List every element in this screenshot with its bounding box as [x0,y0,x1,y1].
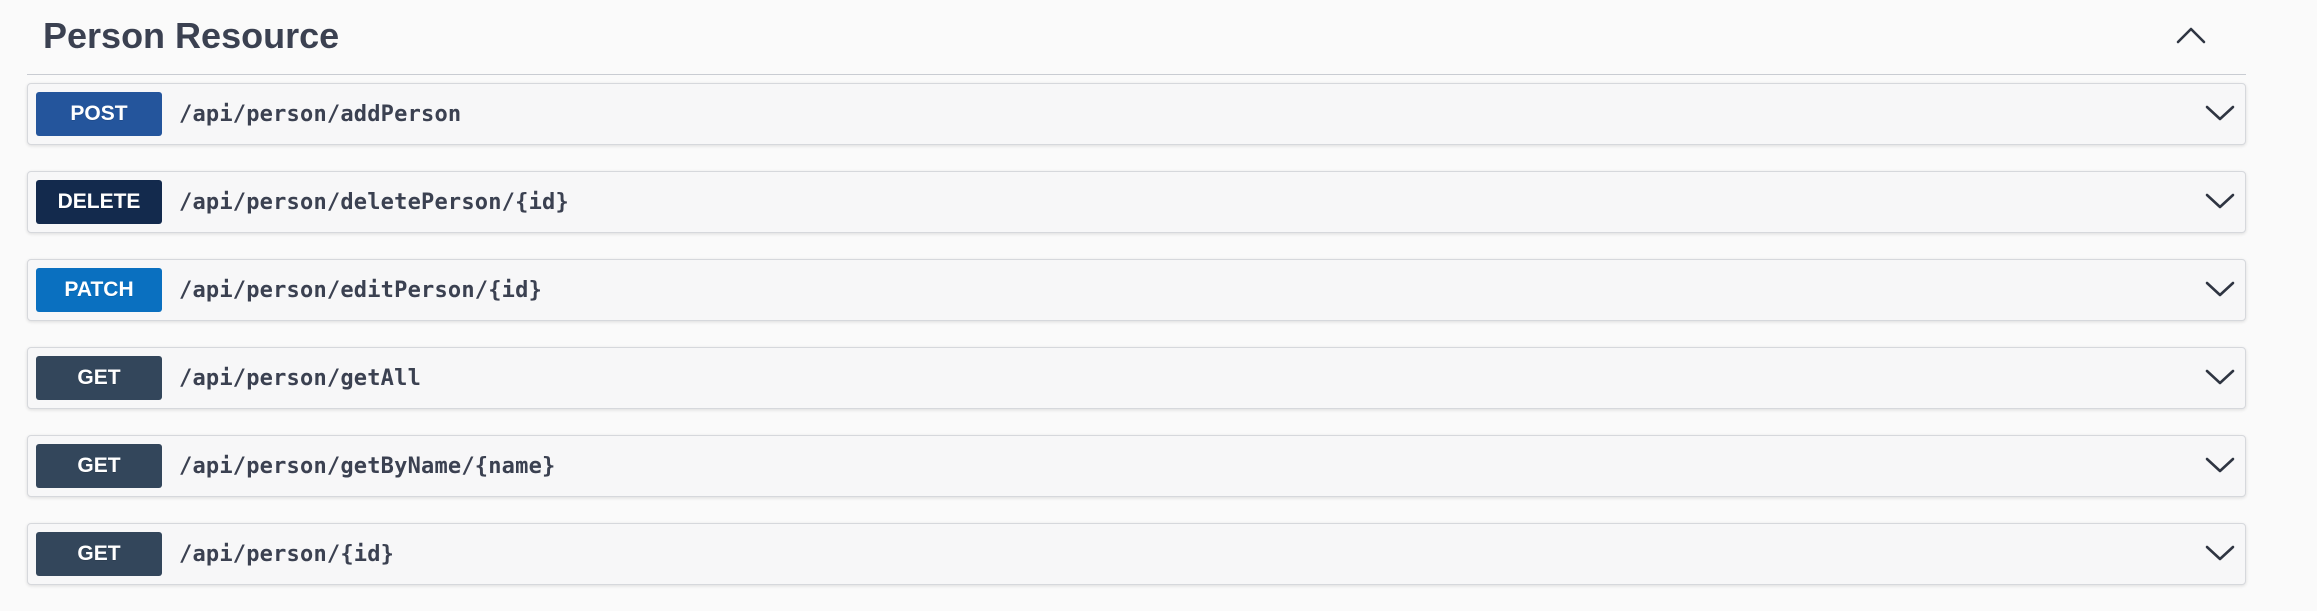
operation-path: /api/person/deletePerson/{id} [179,189,569,215]
chevron-down-icon[interactable] [2203,188,2237,214]
person-resource-section: Person Resource POST /api/person/addPers… [27,0,2246,611]
chevron-down-icon[interactable] [2203,540,2237,566]
operation-get-getall[interactable]: GET /api/person/getAll [27,347,2246,409]
operation-get-by-id[interactable]: GET /api/person/{id} [27,523,2246,585]
tag-title: Person Resource [43,15,340,56]
operations-list: POST /api/person/addPerson DELETE /api/p… [27,83,2246,585]
tag-header[interactable]: Person Resource [27,0,2246,75]
operation-path: /api/person/getAll [179,365,422,391]
operation-get-getbyname[interactable]: GET /api/person/getByName/{name} [27,435,2246,497]
operation-path: /api/person/{id} [179,541,395,567]
method-badge-post: POST [36,92,162,136]
method-badge-get: GET [36,532,162,576]
operation-post-addperson[interactable]: POST /api/person/addPerson [27,83,2246,145]
method-badge-get: GET [36,444,162,488]
operation-patch-editperson[interactable]: PATCH /api/person/editPerson/{id} [27,259,2246,321]
chevron-down-icon[interactable] [2203,276,2237,302]
method-badge-get: GET [36,356,162,400]
chevron-up-icon[interactable] [2174,22,2208,48]
operation-path: /api/person/addPerson [179,101,462,127]
chevron-down-icon[interactable] [2203,364,2237,390]
chevron-down-icon[interactable] [2203,100,2237,126]
method-badge-delete: DELETE [36,180,162,224]
method-badge-patch: PATCH [36,268,162,312]
operation-path: /api/person/getByName/{name} [179,453,556,479]
operation-path: /api/person/editPerson/{id} [179,277,543,303]
operation-delete-deleteperson[interactable]: DELETE /api/person/deletePerson/{id} [27,171,2246,233]
chevron-down-icon[interactable] [2203,452,2237,478]
